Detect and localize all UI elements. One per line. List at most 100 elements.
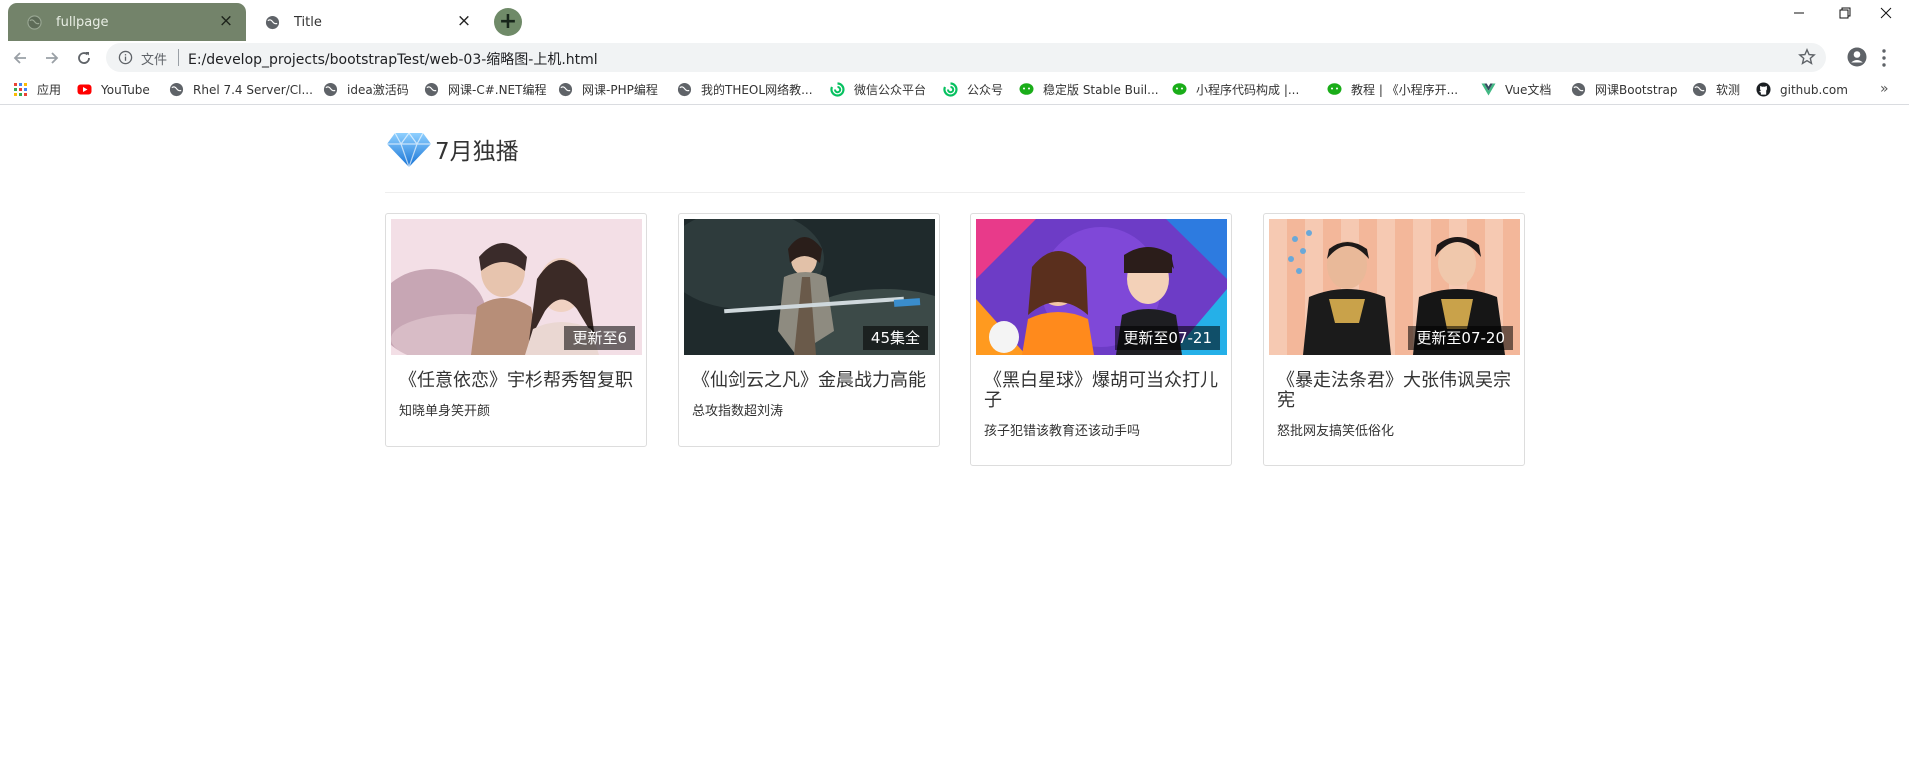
youtube-icon [77, 84, 92, 95]
video-card[interactable]: 45集全 《仙剑云之凡》金晨战力高能 总攻指数超刘涛 [678, 213, 940, 447]
section-heading: 7月独播 [385, 127, 519, 171]
bookmark-label: 我的THEOL网络教... [701, 83, 813, 97]
bookmark-github[interactable]: github.com [1756, 80, 1848, 99]
page-content: 7月独播 更新至6 《任意依恋》宇杉帮秀智复职 知晓单身笑开颜 45集全 《仙剑… [0, 106, 1909, 783]
globe-icon [1571, 82, 1586, 97]
bookmark-ruance[interactable]: 软测 [1692, 80, 1740, 99]
bookmark-star-icon[interactable] [1798, 48, 1816, 66]
bookmark-miniprogram-code[interactable]: 小程序代码构成 |... [1172, 80, 1299, 99]
browser-toolbar: 文件 E:/develop_projects/bootstrapTest/web… [0, 41, 1909, 74]
card-caption: 《黑白星球》爆胡可当众打儿子 孩子犯错该教育还该动手吗 [984, 371, 1222, 440]
close-icon[interactable]: × [455, 12, 473, 30]
file-scheme-label: 文件 [141, 53, 168, 68]
bookmark-label: 稳定版 Stable Buil... [1043, 83, 1159, 97]
forward-button[interactable] [41, 47, 63, 69]
bookmark-label: 教程 | 《小程序开... [1351, 83, 1459, 97]
more-menu-icon[interactable] [1882, 49, 1886, 67]
episode-badge: 更新至07-21 [1115, 326, 1220, 350]
card-title[interactable]: 《仙剑云之凡》金晨战力高能 [692, 371, 930, 391]
globe-icon [323, 82, 338, 97]
reload-button[interactable] [73, 47, 95, 69]
card-caption: 《仙剑云之凡》金晨战力高能 总攻指数超刘涛 [692, 371, 930, 420]
info-icon[interactable] [118, 50, 133, 65]
globe-icon [265, 15, 280, 29]
new-tab-button[interactable]: + [494, 8, 522, 36]
bookmark-wechat-mp[interactable]: 微信公众平台 [830, 80, 926, 99]
bookmarks-overflow-button[interactable]: » [1880, 81, 1889, 97]
video-card[interactable]: 更新至07-20 《暴走法条君》大张伟讽吴宗宪 怒批网友搞笑低俗化 [1263, 213, 1525, 466]
page-title: 7月独播 [435, 139, 519, 165]
bookmark-label: 软测 [1716, 83, 1741, 97]
close-icon[interactable]: × [217, 12, 235, 30]
bookmark-tutorial[interactable]: 教程 | 《小程序开... [1327, 80, 1458, 99]
card-caption: 《任意依恋》宇杉帮秀智复职 知晓单身笑开颜 [399, 371, 637, 420]
bookmark-vue[interactable]: Vue文档 [1481, 80, 1551, 99]
globe-icon [169, 82, 184, 97]
card-description: 孩子犯错该教育还该动手吗 [984, 424, 1141, 439]
wechat-icon [1019, 83, 1034, 95]
wechat-mp-icon [943, 82, 958, 97]
bookmark-label: YouTube [101, 82, 150, 97]
bookmark-label: github.com [1780, 82, 1848, 97]
episode-badge: 45集全 [862, 326, 928, 350]
card-title[interactable]: 《任意依恋》宇杉帮秀智复职 [399, 371, 637, 391]
video-card[interactable]: 更新至07-21 《黑白星球》爆胡可当众打儿子 孩子犯错该教育还该动手吗 [970, 213, 1232, 466]
episode-badge: 更新至6 [564, 326, 635, 350]
tab-fullpage[interactable]: fullpage × [8, 3, 246, 41]
bookmark-label: Rhel 7.4 Server/Cl... [193, 82, 313, 97]
bookmark-rhel[interactable]: Rhel 7.4 Server/Cl... [169, 80, 313, 99]
restore-icon [1839, 7, 1851, 19]
bookmark-label: Vue文档 [1505, 83, 1552, 97]
card-title[interactable]: 《暴走法条君》大张伟讽吴宗宪 [1277, 371, 1515, 411]
bookmark-php[interactable]: 网课-PHP编程 [558, 80, 658, 99]
globe-icon [1692, 82, 1707, 97]
bookmark-gongzhonghao[interactable]: 公众号 [943, 80, 1003, 99]
bookmark-label: 网课-C#.NET编程 [448, 83, 547, 97]
wechat-icon [1172, 83, 1187, 95]
globe-icon [677, 82, 692, 97]
divider [385, 192, 1525, 193]
bookmark-theol[interactable]: 我的THEOL网络教... [677, 80, 813, 99]
tab-title[interactable]: Title × [246, 3, 484, 41]
arrow-right-icon [46, 52, 59, 64]
restore-button[interactable] [1822, 0, 1868, 26]
address-bar[interactable]: 文件 E:/develop_projects/bootstrapTest/web… [106, 43, 1826, 72]
bookmarks-bar: 应用 YouTube Rhel 7.4 Server/Cl... idea激活码… [0, 74, 1909, 105]
bookmark-stable-build[interactable]: 稳定版 Stable Buil... [1019, 80, 1159, 99]
card-caption: 《暴走法条君》大张伟讽吴宗宪 怒批网友搞笑低俗化 [1277, 371, 1515, 440]
bookmark-apps[interactable]: 应用 [13, 80, 61, 99]
close-icon [1880, 7, 1892, 19]
vue-icon [1481, 83, 1496, 96]
video-thumbnail[interactable]: 更新至07-21 [976, 219, 1227, 355]
tab-title: Title [294, 14, 322, 30]
globe-icon [558, 82, 573, 97]
card-title[interactable]: 《黑白星球》爆胡可当众打儿子 [984, 371, 1222, 411]
diamond-icon [387, 131, 431, 169]
bookmark-bootstrap[interactable]: 网课Bootstrap [1571, 80, 1677, 99]
bookmark-label: idea激活码 [347, 83, 409, 97]
close-window-button[interactable] [1863, 0, 1909, 26]
video-thumbnail[interactable]: 更新至6 [391, 219, 642, 355]
bookmark-youtube[interactable]: YouTube [77, 80, 150, 99]
back-button[interactable] [9, 47, 31, 69]
bookmark-label: 小程序代码构成 |... [1196, 83, 1300, 97]
bookmark-csharp[interactable]: 网课-C#.NET编程 [424, 80, 546, 99]
reload-icon [78, 52, 90, 64]
minimize-button[interactable] [1776, 0, 1822, 26]
bookmark-label: 网课Bootstrap [1595, 83, 1678, 97]
bookmark-label: 微信公众平台 [854, 83, 927, 97]
bookmark-idea[interactable]: idea激活码 [323, 80, 409, 99]
video-card[interactable]: 更新至6 《任意依恋》宇杉帮秀智复职 知晓单身笑开颜 [385, 213, 647, 447]
globe-icon [27, 14, 42, 30]
wechat-icon [1327, 83, 1342, 95]
github-icon [1756, 82, 1771, 97]
url-text[interactable]: E:/develop_projects/bootstrapTest/web-03… [188, 49, 598, 69]
card-description: 知晓单身笑开颜 [399, 404, 491, 419]
video-thumbnail[interactable]: 更新至07-20 [1269, 219, 1520, 355]
video-thumbnail[interactable]: 45集全 [684, 219, 935, 355]
globe-icon [424, 82, 439, 97]
bookmark-label: 公众号 [967, 83, 1004, 97]
profile-avatar-icon[interactable] [1847, 47, 1867, 67]
wechat-mp-icon [830, 82, 845, 97]
episode-badge: 更新至07-20 [1408, 326, 1513, 350]
